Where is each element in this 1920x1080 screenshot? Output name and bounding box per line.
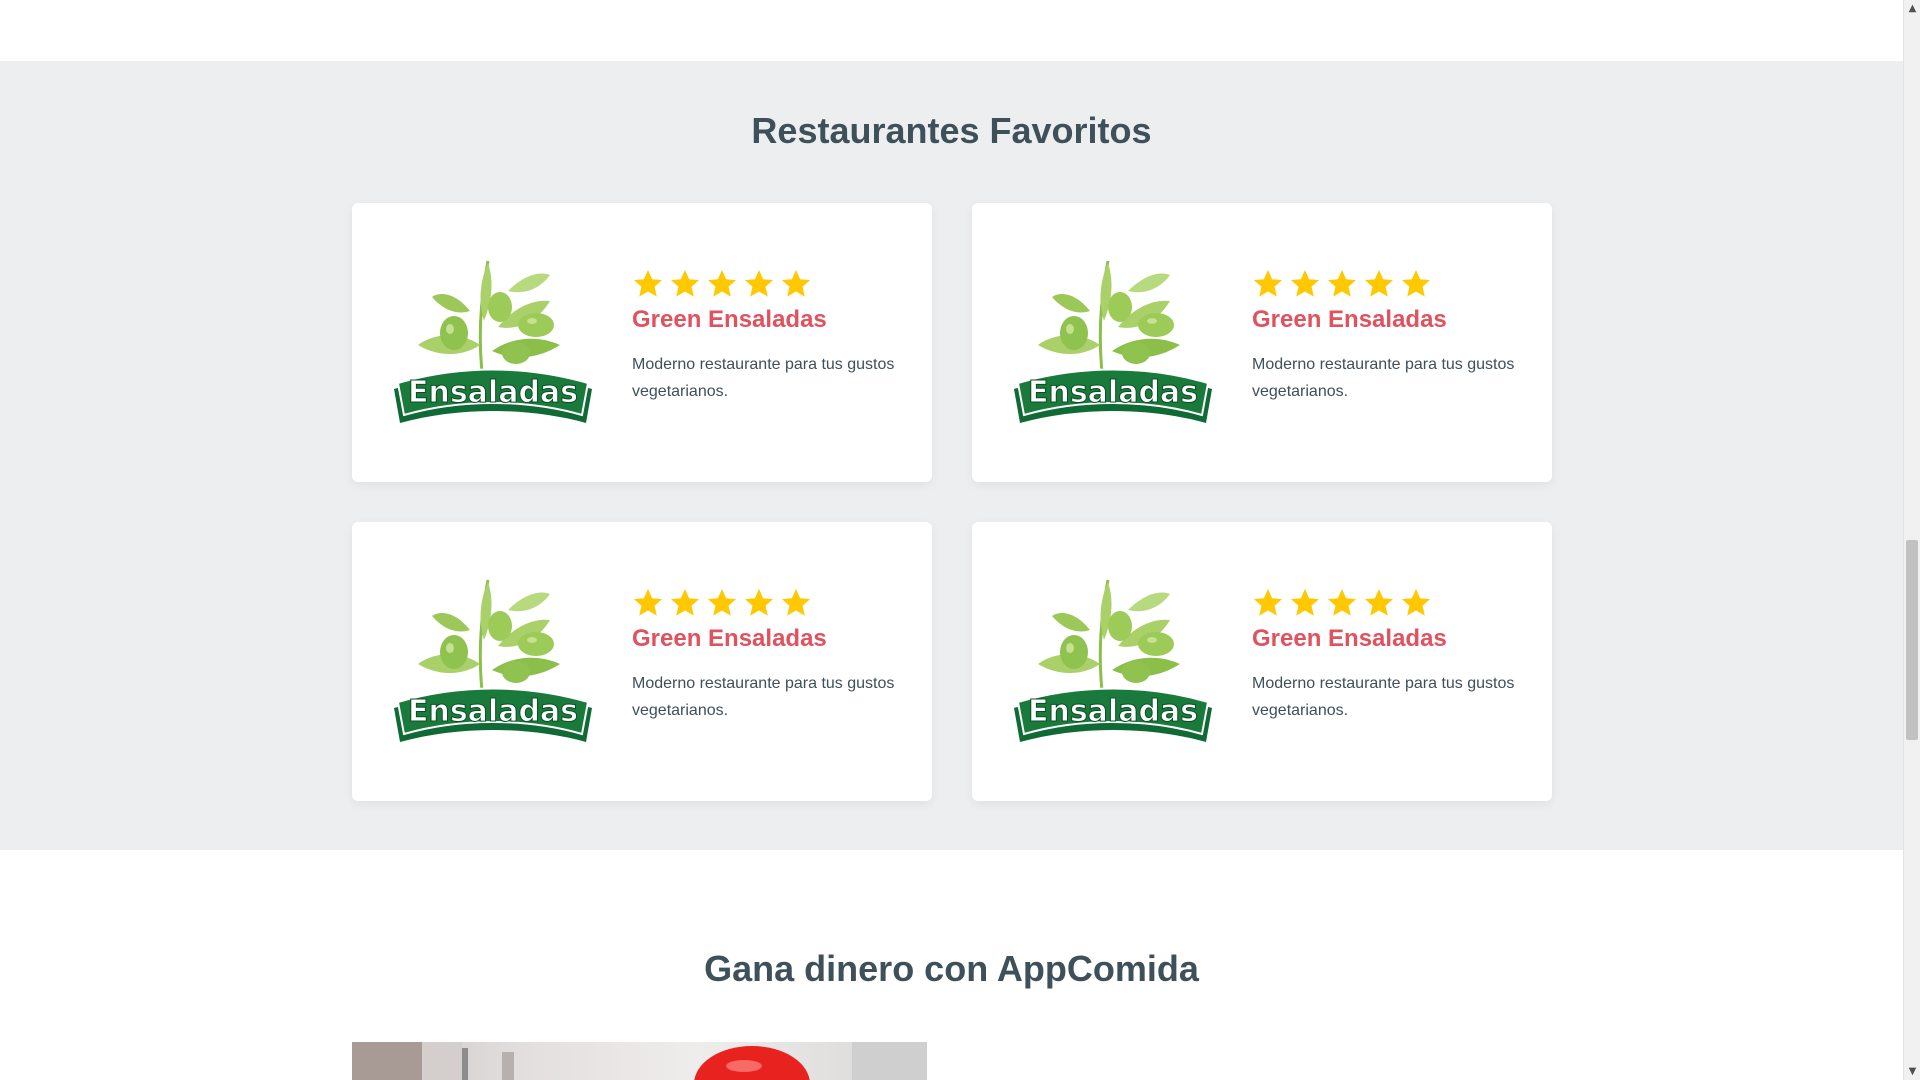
- star-icon: [1254, 270, 1282, 297]
- earn-money-title: Gana dinero con AppComida: [704, 948, 1199, 989]
- star-icon: [1365, 589, 1393, 616]
- star-icon: [782, 270, 810, 297]
- card-info: Green Ensaladas Moderno restaurante para…: [632, 586, 902, 724]
- restaurant-card[interactable]: Ensaladas Green Ensaladas Moderno restau…: [972, 522, 1552, 801]
- card-info: Green Ensaladas Moderno restaurante para…: [1252, 267, 1522, 405]
- star-icon: [671, 270, 699, 297]
- restaurant-description: Moderno restaurante para tus gustos vege…: [1252, 675, 1515, 719]
- ensaladas-logo-text: Ensaladas: [408, 375, 578, 410]
- card-info: Green Ensaladas Moderno restaurante para…: [632, 267, 902, 405]
- star-icon: [1291, 589, 1319, 616]
- delivery-person-image: [352, 1042, 927, 1080]
- star-icon: [634, 270, 662, 297]
- page-scrollbar[interactable]: ▲ ▼: [1903, 0, 1920, 1080]
- rating-stars: [1252, 267, 1522, 301]
- restaurant-description: Moderno restaurante para tus gustos vege…: [632, 675, 895, 719]
- ensaladas-logo-text: Ensaladas: [1028, 375, 1198, 410]
- star-icon: [634, 589, 662, 616]
- star-icon: [782, 589, 810, 616]
- ensaladas-logo: Ensaladas: [394, 260, 592, 423]
- favorites-section: Restaurantes Favoritos Ensaladas Green E…: [0, 61, 1903, 850]
- restaurant-name[interactable]: Green Ensaladas: [1252, 624, 1522, 654]
- rating-stars: [632, 267, 902, 301]
- restaurant-description: Moderno restaurante para tus gustos vege…: [632, 356, 895, 400]
- ensaladas-logo-text: Ensaladas: [408, 694, 578, 729]
- star-icon: [708, 589, 736, 616]
- restaurant-description: Moderno restaurante para tus gustos vege…: [1252, 356, 1515, 400]
- ensaladas-logo-text: Ensaladas: [1028, 694, 1198, 729]
- star-icon: [745, 270, 773, 297]
- page: Restaurantes Favoritos Ensaladas Green E…: [0, 0, 1903, 1080]
- star-icon: [1402, 270, 1430, 297]
- star-icon: [745, 589, 773, 616]
- rating-stars: [1252, 586, 1522, 620]
- star-icon: [1365, 270, 1393, 297]
- star-icon: [1291, 270, 1319, 297]
- restaurant-name[interactable]: Green Ensaladas: [632, 624, 902, 654]
- restaurant-card[interactable]: Ensaladas Green Ensaladas Moderno restau…: [352, 203, 932, 482]
- top-section: [0, 0, 1903, 61]
- ensaladas-logo: Ensaladas: [1014, 579, 1212, 742]
- chevron-up-icon[interactable]: ▲: [1904, 0, 1920, 17]
- restaurant-card[interactable]: Ensaladas Green Ensaladas Moderno restau…: [972, 203, 1552, 482]
- delivery-helmet-icon: [352, 1042, 927, 1080]
- star-icon: [1254, 589, 1282, 616]
- ensaladas-logo: Ensaladas: [1014, 260, 1212, 423]
- ensaladas-logo: Ensaladas: [394, 579, 592, 742]
- rating-stars: [632, 586, 902, 620]
- star-icon: [671, 589, 699, 616]
- star-icon: [1328, 589, 1356, 616]
- scrollbar-thumb[interactable]: [1906, 540, 1918, 740]
- restaurant-name[interactable]: Green Ensaladas: [1252, 305, 1522, 335]
- chevron-down-icon[interactable]: ▼: [1904, 1063, 1920, 1080]
- star-icon: [1328, 270, 1356, 297]
- star-icon: [1402, 589, 1430, 616]
- card-info: Green Ensaladas Moderno restaurante para…: [1252, 586, 1522, 724]
- star-icon: [708, 270, 736, 297]
- restaurant-name[interactable]: Green Ensaladas: [632, 305, 902, 335]
- restaurant-card[interactable]: Ensaladas Green Ensaladas Moderno restau…: [352, 522, 932, 801]
- favorites-title: Restaurantes Favoritos: [751, 110, 1152, 151]
